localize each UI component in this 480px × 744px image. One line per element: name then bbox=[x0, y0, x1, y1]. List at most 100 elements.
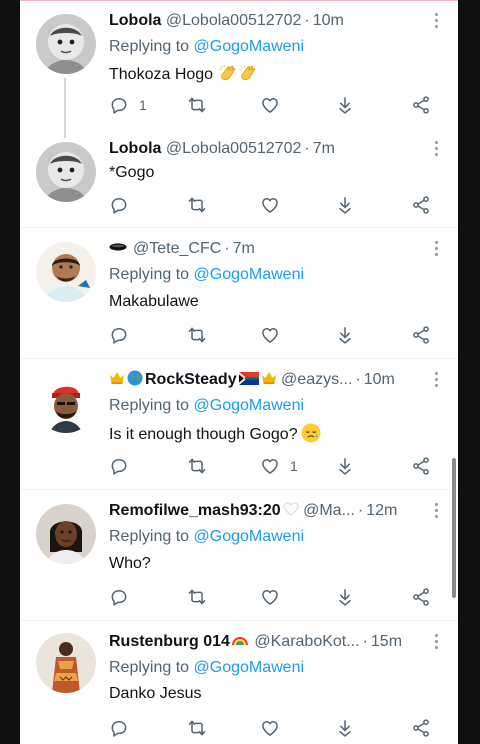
share-button[interactable] bbox=[411, 717, 431, 739]
timestamp[interactable]: 15m bbox=[371, 633, 402, 650]
replying-to-label: Replying to bbox=[109, 38, 190, 55]
like-button[interactable] bbox=[260, 586, 280, 608]
tweet-header: Lobola @Lobola00512702 · 10m bbox=[109, 12, 344, 29]
mention-link[interactable]: @GogoMaweni bbox=[194, 38, 305, 55]
like-button[interactable]: 1 bbox=[260, 455, 298, 477]
like-button[interactable] bbox=[260, 324, 280, 346]
share-button[interactable] bbox=[411, 194, 431, 216]
share-button[interactable] bbox=[411, 586, 431, 608]
action-bar: 1 bbox=[109, 455, 458, 477]
download-icon bbox=[335, 195, 355, 215]
reply-button[interactable] bbox=[109, 194, 129, 216]
timestamp[interactable]: 7m bbox=[233, 240, 255, 257]
username[interactable]: @KaraboKot... bbox=[254, 633, 359, 650]
timestamp[interactable]: 12m bbox=[366, 502, 397, 519]
username[interactable]: @Ma... bbox=[303, 502, 355, 519]
retweet-button[interactable] bbox=[187, 586, 207, 608]
like-icon bbox=[260, 95, 280, 115]
download-icon bbox=[335, 718, 355, 738]
username[interactable]: @Tete_CFC bbox=[133, 240, 221, 257]
more-options-icon[interactable] bbox=[434, 141, 438, 157]
like-button[interactable] bbox=[260, 94, 280, 116]
display-name[interactable]: Remofilwe_mash93:20 bbox=[109, 502, 281, 519]
share-button[interactable] bbox=[411, 324, 431, 346]
display-name[interactable]: Lobola bbox=[109, 12, 161, 29]
more-options-icon[interactable] bbox=[434, 241, 438, 257]
scrollbar[interactable] bbox=[452, 458, 456, 598]
reply-icon bbox=[109, 587, 129, 607]
reply-button[interactable] bbox=[109, 455, 129, 477]
more-options-icon[interactable] bbox=[434, 13, 438, 29]
timestamp[interactable]: 10m bbox=[313, 12, 344, 29]
replying-to: Replying to @GogoMaweni bbox=[109, 265, 304, 285]
more-options-icon[interactable] bbox=[434, 372, 438, 388]
timestamp[interactable]: 10m bbox=[364, 371, 395, 388]
tweet-6[interactable]: Rustenburg 014 @KaraboKot... · 15m Replyin… bbox=[20, 621, 458, 744]
retweet-button[interactable] bbox=[187, 717, 207, 739]
mention-link[interactable]: @GogoMaweni bbox=[194, 659, 305, 676]
avatar[interactable] bbox=[36, 142, 96, 202]
mention-link[interactable]: @GogoMaweni bbox=[194, 266, 305, 283]
like-button[interactable] bbox=[260, 717, 280, 739]
username[interactable]: @Lobola00512702 bbox=[166, 12, 301, 29]
display-name[interactable]: Rustenburg 014 bbox=[109, 633, 230, 650]
reply-icon bbox=[109, 95, 129, 115]
download-button[interactable] bbox=[335, 324, 355, 346]
download-button[interactable] bbox=[335, 94, 355, 116]
more-options-icon[interactable] bbox=[434, 503, 438, 519]
mention-link[interactable]: @GogoMaweni bbox=[194, 528, 305, 545]
username[interactable]: @eazys... bbox=[281, 371, 352, 388]
like-icon bbox=[260, 718, 280, 738]
tweet-5[interactable]: Remofilwe_mash93:20 @Ma... · 12m Replying … bbox=[20, 490, 458, 621]
crown-icon bbox=[261, 372, 276, 384]
tweet-2[interactable]: Lobola @Lobola00512702 · 7m *Gogo bbox=[20, 128, 458, 228]
tweet-header: RockSteady @eazys... · 10m bbox=[109, 370, 422, 390]
action-bar: 1 bbox=[109, 94, 458, 116]
avatar[interactable] bbox=[36, 373, 96, 433]
avatar[interactable] bbox=[36, 633, 96, 693]
username[interactable]: @Lobola00512702 bbox=[166, 140, 301, 157]
download-button[interactable] bbox=[335, 586, 355, 608]
replying-to: Replying to @GogoMaweni bbox=[109, 527, 304, 547]
retweet-button[interactable] bbox=[187, 455, 207, 477]
retweet-button[interactable] bbox=[187, 194, 207, 216]
like-icon bbox=[260, 195, 280, 215]
tweet-header: @Tete_CFC · 7m bbox=[109, 239, 422, 259]
more-options-icon[interactable] bbox=[434, 634, 438, 650]
avatar[interactable] bbox=[36, 242, 96, 302]
retweet-icon bbox=[187, 325, 207, 345]
action-bar bbox=[109, 717, 458, 739]
tweet-4[interactable]: RockSteady @eazys... · 10m Replying to @Go… bbox=[20, 359, 458, 490]
download-icon bbox=[335, 95, 355, 115]
timestamp[interactable]: 7m bbox=[313, 140, 335, 157]
mention-link[interactable]: @GogoMaweni bbox=[194, 397, 305, 414]
retweet-button[interactable] bbox=[187, 94, 207, 116]
share-button[interactable] bbox=[411, 94, 431, 116]
share-icon bbox=[411, 718, 431, 738]
display-name[interactable]: Lobola bbox=[109, 140, 161, 157]
display-name[interactable]: RockSteady bbox=[145, 371, 237, 388]
download-button[interactable] bbox=[335, 717, 355, 739]
download-button[interactable] bbox=[335, 455, 355, 477]
like-icon bbox=[260, 587, 280, 607]
reply-icon bbox=[109, 325, 129, 345]
relieved-face-icon bbox=[301, 423, 321, 443]
retweet-button[interactable] bbox=[187, 324, 207, 346]
reply-button[interactable] bbox=[109, 324, 129, 346]
avatar[interactable] bbox=[36, 504, 96, 564]
download-button[interactable] bbox=[335, 194, 355, 216]
avatar[interactable] bbox=[36, 14, 96, 74]
replying-to-label: Replying to bbox=[109, 266, 190, 283]
like-icon bbox=[260, 325, 280, 345]
like-button[interactable] bbox=[260, 194, 280, 216]
replying-to-label: Replying to bbox=[109, 659, 190, 676]
reply-button[interactable] bbox=[109, 586, 129, 608]
tweet-3[interactable]: @Tete_CFC · 7m Replying to @GogoMaweni Mak… bbox=[20, 228, 458, 359]
reply-button[interactable]: 1 bbox=[109, 94, 147, 116]
tweet-text: Is it enough though Gogo? bbox=[109, 423, 321, 445]
share-button[interactable] bbox=[411, 455, 431, 477]
tweet-header: Rustenburg 014 @KaraboKot... · 15m bbox=[109, 633, 403, 650]
reply-button[interactable] bbox=[109, 717, 129, 739]
tweet-1[interactable]: Lobola @Lobola00512702 · 10m Replying to @… bbox=[20, 0, 458, 138]
rainbow-icon bbox=[231, 637, 248, 646]
